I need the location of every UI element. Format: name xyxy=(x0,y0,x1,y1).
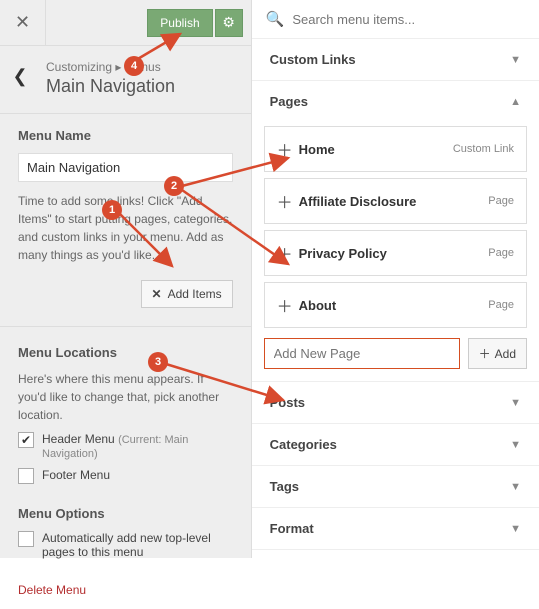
add-items-label: Add Items xyxy=(168,287,222,301)
chevron-down-icon: ▼ xyxy=(510,481,521,493)
accordion-posts[interactable]: Posts ▼ xyxy=(252,382,539,423)
menu-name-help: Time to add some links! Click "Add Items… xyxy=(18,192,233,264)
plus-icon: ＋ xyxy=(277,137,289,161)
page-item-home[interactable]: ＋ Home Custom Link xyxy=(264,126,527,172)
page-item-about[interactable]: ＋ About Page xyxy=(264,282,527,328)
back-button[interactable]: ❮ xyxy=(8,60,32,87)
menu-name-label: Menu Name xyxy=(18,128,233,143)
page-title: Main Navigation xyxy=(46,76,231,97)
chevron-up-icon: ▲ xyxy=(510,96,521,108)
accordion-label: Pages xyxy=(270,94,308,109)
page-item-label: About xyxy=(299,298,337,313)
menu-locations-title: Menu Locations xyxy=(18,345,233,360)
page-item-type: Page xyxy=(488,299,514,311)
location-label: Header Menu xyxy=(42,432,115,446)
page-item-label: Home xyxy=(299,142,335,157)
chevron-down-icon: ▼ xyxy=(510,397,521,409)
page-item-privacy[interactable]: ＋ Privacy Policy Page xyxy=(264,230,527,276)
chevron-down-icon: ▼ xyxy=(510,439,521,451)
close-icon: ✕ xyxy=(152,287,162,301)
checkbox-icon xyxy=(18,531,34,547)
option-auto-add[interactable]: Automatically add new top-level pages to… xyxy=(18,531,233,559)
accordion-format[interactable]: Format ▼ xyxy=(252,508,539,549)
accordion-label: Categories xyxy=(270,437,337,452)
menu-options-title: Menu Options xyxy=(18,506,233,521)
location-footer-menu[interactable]: Footer Menu xyxy=(18,468,233,484)
accordion-pages[interactable]: Pages ▲ xyxy=(252,81,539,122)
accordion-label: Custom Links xyxy=(270,52,356,67)
location-header-menu[interactable]: ✔ Header Menu (Current: Main Navigation) xyxy=(18,432,233,460)
plus-icon: ＋ xyxy=(277,241,289,265)
chevron-down-icon: ▼ xyxy=(510,523,521,535)
add-items-button[interactable]: ✕ Add Items xyxy=(141,280,233,308)
accordion-label: Format xyxy=(270,521,314,536)
accordion-label: Tags xyxy=(270,479,299,494)
menu-name-input[interactable] xyxy=(18,153,233,182)
accordion-categories[interactable]: Categories ▼ xyxy=(252,424,539,465)
chevron-down-icon: ▼ xyxy=(510,54,521,66)
accordion-label: Posts xyxy=(270,395,305,410)
page-item-affiliate[interactable]: ＋ Affiliate Disclosure Page xyxy=(264,178,527,224)
menu-locations-help: Here's where this menu appears. If you'd… xyxy=(18,370,233,424)
add-page-button[interactable]: ＋ Add xyxy=(468,338,527,369)
delete-menu-link[interactable]: Delete Menu xyxy=(0,577,251,609)
accordion-tags[interactable]: Tags ▼ xyxy=(252,466,539,507)
customizer-panel: ✕ Publish ⚙ ❮ Customizing ▸ Menus Main N… xyxy=(0,0,251,558)
add-button-label: Add xyxy=(495,347,516,361)
plus-icon: ＋ xyxy=(277,189,289,213)
add-new-page-input[interactable] xyxy=(264,338,460,369)
plus-icon: ＋ xyxy=(479,345,491,362)
breadcrumb: Customizing ▸ Menus xyxy=(46,60,231,74)
page-item-type: Custom Link xyxy=(453,143,514,155)
page-item-type: Page xyxy=(488,195,514,207)
checkbox-icon: ✔ xyxy=(18,432,34,448)
items-panel: 🔍 Custom Links ▼ Pages ▲ ＋ Home Custom Li… xyxy=(251,0,539,558)
page-item-type: Page xyxy=(488,247,514,259)
gear-icon[interactable]: ⚙ xyxy=(215,9,243,37)
close-icon[interactable]: ✕ xyxy=(0,0,46,46)
search-input[interactable] xyxy=(292,12,525,27)
location-label: Footer Menu xyxy=(42,468,110,482)
plus-icon: ＋ xyxy=(277,293,289,317)
page-item-label: Affiliate Disclosure xyxy=(299,194,417,209)
publish-button[interactable]: Publish xyxy=(147,9,212,37)
option-label: Automatically add new top-level pages to… xyxy=(42,531,233,559)
page-item-label: Privacy Policy xyxy=(299,246,387,261)
search-icon: 🔍 xyxy=(266,10,285,28)
accordion-custom-links[interactable]: Custom Links ▼ xyxy=(252,39,539,80)
checkbox-icon xyxy=(18,468,34,484)
